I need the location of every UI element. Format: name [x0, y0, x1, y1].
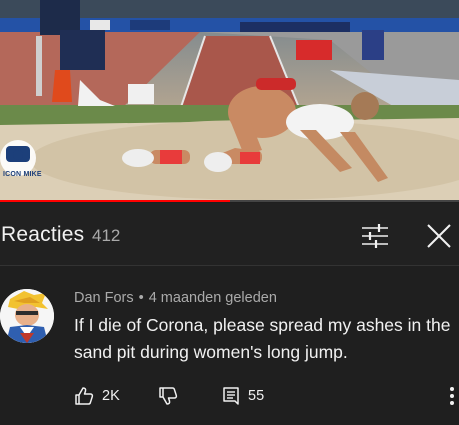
comments-count: 412 — [92, 226, 121, 245]
comment-time[interactable]: 4 maanden geleden — [149, 290, 277, 306]
comments-title: Reacties — [1, 223, 85, 246]
progress-fill — [0, 200, 230, 202]
video-player[interactable]: ICON MIKE — [0, 0, 459, 202]
comment-item: Dan Fors • 4 maanden geleden If I die of C… — [0, 266, 459, 425]
comment-meta: Dan Fors • 4 maanden geleden — [74, 290, 277, 306]
meta-separator: • — [138, 290, 144, 306]
video-frame — [0, 0, 459, 202]
dislike-button[interactable] — [158, 384, 178, 408]
thumbs-down-icon — [159, 387, 178, 405]
comment-actions: 2K 55 — [74, 384, 454, 408]
progress-bar[interactable] — [0, 200, 459, 202]
like-button[interactable]: 2K — [74, 384, 120, 408]
comment-text: If I die of Corona, please spread my ash… — [74, 315, 451, 362]
close-icon[interactable] — [425, 222, 453, 250]
sort-filter-icon[interactable] — [360, 223, 390, 249]
comments-header: Reacties 412 — [0, 203, 459, 265]
more-vertical-icon[interactable] — [447, 384, 457, 408]
like-count: 2K — [102, 388, 120, 404]
comment-author[interactable]: Dan Fors — [74, 290, 134, 306]
watermark-label: ICON MIKE — [3, 171, 42, 178]
comment-replies-icon — [223, 387, 239, 405]
replies-button[interactable]: 55 — [222, 384, 264, 408]
avatar[interactable] — [0, 289, 54, 343]
thumbs-up-icon — [75, 387, 94, 405]
replies-count: 55 — [248, 388, 265, 404]
